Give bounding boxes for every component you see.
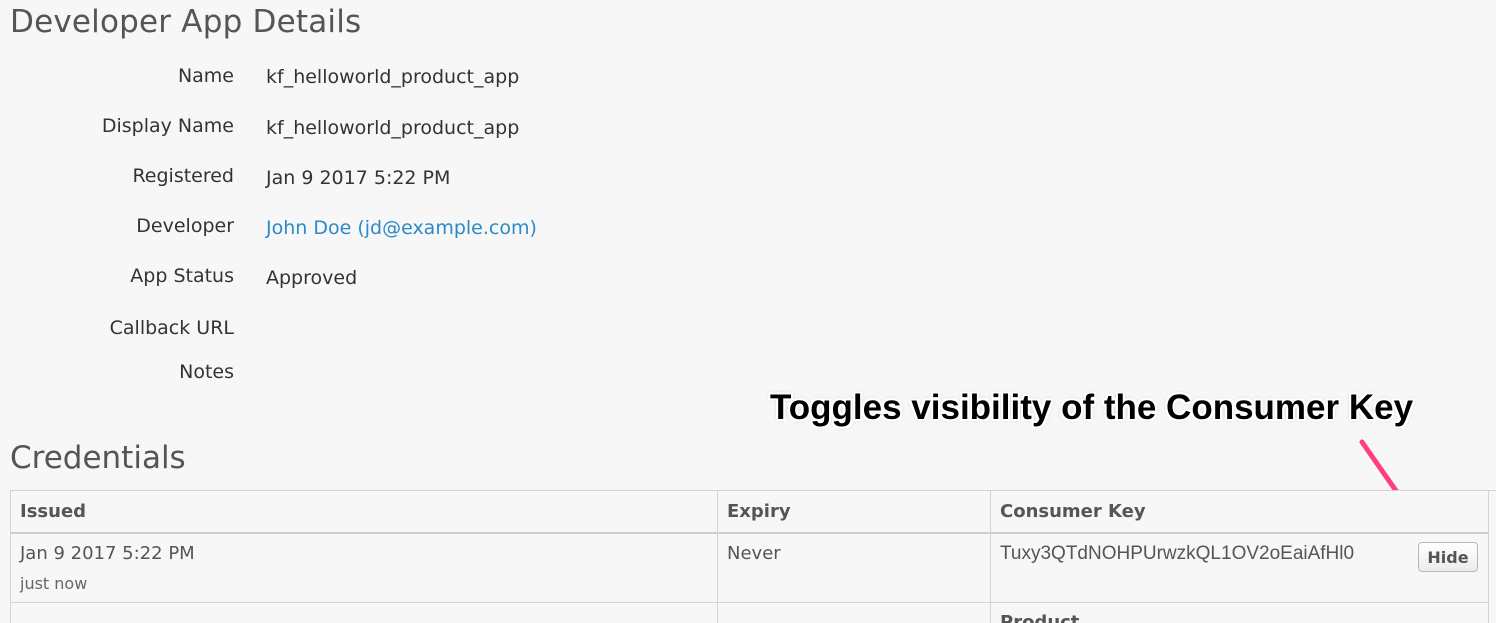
app-details: Name kf_helloworld_product_app Display N…: [0, 0, 1496, 400]
credentials-title: Credentials: [10, 440, 186, 476]
callback-url-label: Callback URL: [109, 317, 234, 339]
registered-label: Registered: [132, 165, 234, 187]
product-header-label: Product: [1000, 612, 1080, 623]
issued-relative: just now: [20, 574, 88, 593]
consumer-key-header: Consumer Key: [991, 491, 1488, 534]
issued-header-label: Issued: [20, 501, 87, 522]
app-status-label: App Status: [130, 265, 234, 287]
expiry-column: Expiry Never: [718, 491, 991, 623]
table-row: Tuxy3QTdNOHPUrwzkQL1OV2oEaiAfHl0 Hide: [991, 534, 1488, 603]
expiry-header: Expiry: [718, 491, 990, 534]
consumer-key-header-label: Consumer Key: [1000, 501, 1146, 522]
annotation-callout: Toggles visibility of the Consumer Key: [770, 388, 1414, 427]
consumer-key-value: Tuxy3QTdNOHPUrwzkQL1OV2oEaiAfHl0: [1000, 543, 1355, 564]
display-name-value: kf_helloworld_product_app: [266, 117, 520, 139]
registered-value: Jan 9 2017 5:22 PM: [266, 167, 451, 189]
name-value: kf_helloworld_product_app: [266, 66, 520, 88]
issued-header: Issued: [11, 491, 717, 534]
developer-link[interactable]: John Doe (jd@example.com): [266, 217, 537, 239]
credentials-table: Issued Jan 9 2017 5:22 PM just now Expir…: [10, 490, 1496, 623]
name-label: Name: [177, 65, 234, 87]
app-status-value: Approved: [266, 267, 358, 289]
notes-label: Notes: [179, 361, 234, 383]
issued-date: Jan 9 2017 5:22 PM: [20, 543, 195, 564]
developer-label: Developer: [136, 215, 234, 237]
hide-consumer-key-button[interactable]: Hide: [1418, 542, 1478, 572]
issued-column: Issued Jan 9 2017 5:22 PM just now: [11, 491, 718, 623]
expiry-header-label: Expiry: [727, 501, 791, 522]
display-name-label: Display Name: [101, 115, 234, 137]
consumer-key-column: Consumer Key Tuxy3QTdNOHPUrwzkQL1OV2oEai…: [991, 491, 1489, 623]
table-row: Never: [718, 534, 990, 603]
expiry-value: Never: [727, 543, 781, 564]
table-row: Jan 9 2017 5:22 PM just now: [11, 534, 717, 603]
